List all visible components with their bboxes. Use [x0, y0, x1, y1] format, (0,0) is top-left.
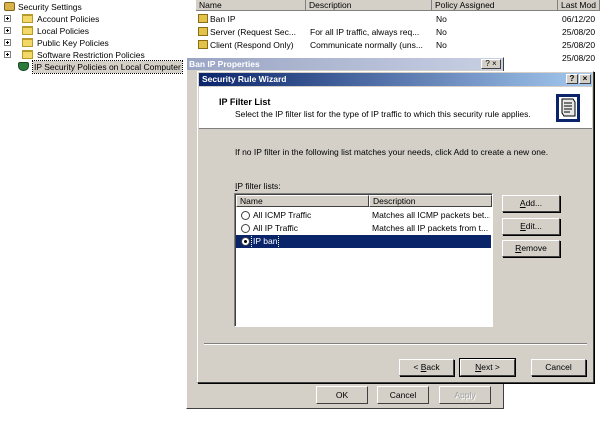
- help-button[interactable]: ?: [566, 74, 578, 84]
- folder-icon: [22, 26, 33, 35]
- filter-description: Matches all IP packets from t...: [372, 223, 489, 233]
- filter-row-all-ip[interactable]: All IP Traffic Matches all IP packets fr…: [236, 222, 491, 235]
- table-row[interactable]: Client (Respond Only) Communicate normal…: [196, 39, 600, 51]
- column-header-last-modified[interactable]: Last Mod: [558, 0, 600, 11]
- wizard-separator: [204, 343, 587, 345]
- row-name: Client (Respond Only): [198, 39, 306, 51]
- column-header-description[interactable]: Description: [306, 0, 432, 11]
- row-name-text: Server (Request Sec...: [210, 27, 296, 37]
- expand-icon[interactable]: [4, 27, 11, 34]
- row-name: Ban IP: [198, 13, 306, 25]
- expand-icon[interactable]: [4, 51, 11, 58]
- properties-dialog-title: Ban IP Properties: [189, 59, 260, 69]
- row-modified: 06/12/20: [562, 14, 596, 24]
- page-subtitle: Select the IP filter list for the type o…: [235, 109, 531, 119]
- security-rule-wizard: Security Rule Wizard ? × IP Filter List …: [197, 71, 594, 383]
- next-label: ext >: [481, 362, 500, 372]
- filter-radio-selected[interactable]: [241, 237, 250, 246]
- console-tree: Security Settings Account Policies Local…: [0, 0, 192, 427]
- list-header: Name Description Policy Assigned Last Mo…: [196, 0, 600, 11]
- column-header-policy-assigned[interactable]: Policy Assigned: [432, 0, 558, 11]
- properties-cancel-button[interactable]: Cancel: [377, 386, 429, 404]
- wizard-title: Security Rule Wizard: [202, 74, 287, 84]
- row-assigned: No: [436, 27, 447, 37]
- wizard-titlebar: Security Rule Wizard ? ×: [199, 73, 592, 86]
- filter-row-ip-ban[interactable]: IP ban: [236, 234, 491, 249]
- filter-name: All IP Traffic: [253, 223, 299, 233]
- row-name-text: Client (Respond Only): [210, 40, 294, 50]
- ok-button[interactable]: OK: [316, 386, 368, 404]
- wizard-header: IP Filter List Select the IP filter list…: [199, 87, 592, 129]
- help-icon: ?: [569, 74, 575, 83]
- folder-icon: [22, 38, 33, 47]
- filter-radio[interactable]: [241, 211, 250, 220]
- instruction-text: If no IP filter in the following list ma…: [235, 147, 549, 157]
- next-button[interactable]: Next >: [459, 358, 516, 377]
- close-icon[interactable]: ×: [492, 59, 497, 68]
- filter-lists-label: IP filter lists:: [235, 181, 281, 191]
- filter-lists-label-text: P filter lists:: [237, 181, 281, 191]
- cancel-button[interactable]: Cancel: [531, 359, 586, 376]
- security-settings-icon: [4, 2, 15, 11]
- row-assigned: No: [436, 14, 447, 24]
- row-modified: 25/08/20: [562, 53, 596, 63]
- page-title: IP Filter List: [219, 97, 271, 107]
- help-icon: ?: [485, 59, 490, 68]
- filter-name: All ICMP Traffic: [253, 210, 312, 220]
- ip-security-icon: [18, 62, 29, 71]
- properties-help-button[interactable]: ? ×: [481, 59, 501, 69]
- tree-item-label: IP Security Policies on Local Computer: [32, 60, 183, 74]
- row-description: For all IP traffic, always req...: [310, 27, 420, 37]
- tree-item-label: Software Restriction Policies: [37, 50, 145, 60]
- edit-button[interactable]: Edit...: [502, 218, 560, 235]
- policy-icon: [198, 27, 208, 36]
- row-name-text: Ban IP: [210, 14, 236, 24]
- policy-icon: [198, 40, 208, 49]
- close-icon: ×: [582, 74, 588, 83]
- tree-item-label: Security Settings: [18, 2, 82, 12]
- filter-radio[interactable]: [241, 224, 250, 233]
- add-button[interactable]: Add...: [502, 195, 560, 212]
- column-header-description[interactable]: Description: [369, 195, 492, 207]
- folder-icon: [22, 50, 33, 59]
- apply-button[interactable]: Apply: [439, 386, 491, 404]
- ip-filter-list[interactable]: Name Description All ICMP Traffic Matche…: [234, 193, 493, 327]
- add-label: dd...: [525, 198, 543, 208]
- row-modified: 25/08/20: [562, 40, 596, 50]
- row-name: Server (Request Sec...: [198, 26, 306, 38]
- back-label: ack: [426, 362, 440, 372]
- filter-description: Matches all ICMP packets bet...: [372, 210, 490, 220]
- policy-icon: [198, 14, 208, 23]
- back-arrow: <: [413, 362, 421, 372]
- back-button[interactable]: < Back: [399, 359, 454, 376]
- filter-row-all-icmp[interactable]: All ICMP Traffic Matches all ICMP packet…: [236, 209, 491, 222]
- remove-label: emove: [521, 243, 547, 253]
- expand-icon[interactable]: [4, 15, 11, 22]
- row-modified: 25/08/20: [562, 27, 596, 37]
- close-button[interactable]: ×: [579, 74, 591, 84]
- column-header-name[interactable]: Name: [196, 0, 306, 11]
- column-header-name[interactable]: Name: [236, 195, 369, 207]
- remove-button[interactable]: Remove: [502, 240, 560, 257]
- filter-name: IP ban: [250, 234, 280, 249]
- expand-icon[interactable]: [4, 39, 11, 46]
- edit-label: dit...: [525, 221, 542, 231]
- folder-icon: [22, 14, 33, 23]
- tree-item-label: Public Key Policies: [37, 38, 109, 48]
- table-row[interactable]: Server (Request Sec... For all IP traffi…: [196, 26, 600, 38]
- row-assigned: No: [436, 40, 447, 50]
- tree-item-label: Account Policies: [37, 14, 100, 24]
- tree-item-label: Local Policies: [37, 26, 89, 36]
- filter-list-icon: [556, 94, 580, 122]
- row-description: Communicate normally (uns...: [310, 40, 423, 50]
- properties-dialog-titlebar: Ban IP Properties: [187, 58, 503, 70]
- table-row[interactable]: Ban IP No 06/12/20: [196, 13, 600, 25]
